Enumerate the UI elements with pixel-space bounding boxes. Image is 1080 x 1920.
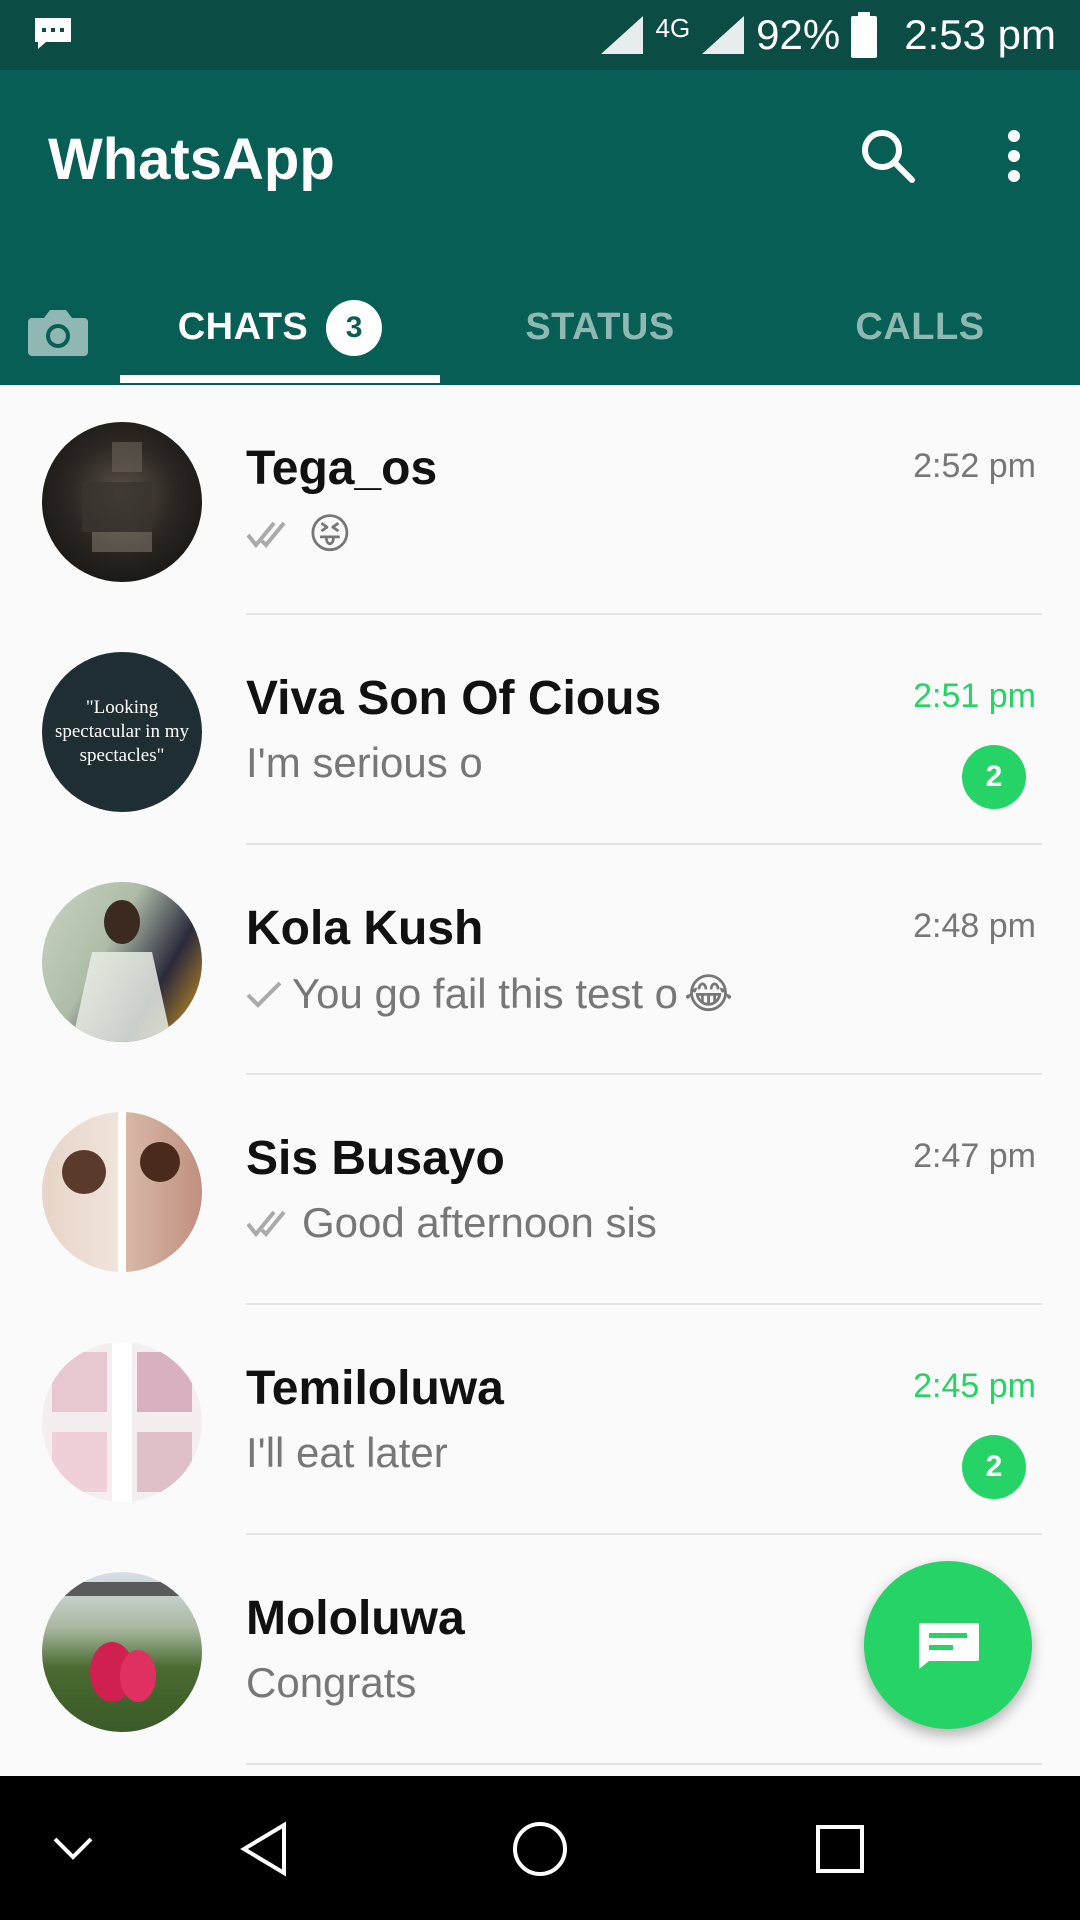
more-options-icon (1008, 130, 1020, 182)
chat-row[interactable]: "Looking spectacular in my spectacles" V… (0, 615, 1080, 845)
divider (246, 1763, 1042, 1765)
signal-icon (601, 16, 644, 54)
chat-preview: Congrats (246, 1659, 416, 1707)
chat-name: Mololuwa (246, 1592, 465, 1645)
battery-percent: 92% (756, 11, 841, 58)
more-options-button[interactable] (978, 120, 1050, 192)
unread-badge: 2 (962, 745, 1026, 809)
new-chat-icon (919, 1623, 979, 1669)
search-icon (862, 130, 915, 183)
chat-name: Temiloluwa (246, 1362, 504, 1415)
tab-chats-label: CHATS (177, 306, 309, 348)
chat-name: Viva Son Of Cious (246, 672, 662, 725)
camera-icon[interactable] (26, 306, 90, 360)
chat-preview-text: I'm serious o (246, 739, 483, 786)
chat-row[interactable]: Temiloluwa 2:45 pm I'll eat later 2 (0, 1305, 1080, 1535)
app-bar: WhatsApp CHATS 3 STATUS CALLS (0, 70, 1080, 385)
signal-icon (702, 16, 745, 54)
avatar[interactable] (42, 1112, 202, 1272)
double-check-icon (246, 521, 286, 548)
chat-preview-text: Good afternoon sis (302, 1199, 657, 1246)
app-title: WhatsApp (48, 127, 335, 192)
chat-preview: I'm serious o (246, 739, 483, 787)
network-type: 4G (655, 12, 691, 43)
chat-row[interactable]: Kola Kush 2:48 pm You go fail this test … (0, 845, 1080, 1075)
chat-time: 2:51 pm (913, 677, 1036, 715)
back-icon (240, 1821, 286, 1877)
avatar[interactable] (42, 882, 202, 1042)
recents-icon (816, 1825, 864, 1873)
chat-row[interactable]: Tega_os 2:52 pm 😝 (0, 385, 1080, 615)
avatar[interactable] (42, 1572, 202, 1732)
navigation-bar (0, 1776, 1080, 1920)
tab-calls-label: CALLS (855, 306, 985, 348)
avatar-caption: "Looking spectacular in my spectacles" (54, 697, 189, 766)
chat-preview: Good afternoon sis (246, 1199, 657, 1247)
clock: 2:53 pm (904, 11, 1056, 58)
hide-nav-button[interactable] (28, 1804, 118, 1894)
tab-calls[interactable]: CALLS (760, 270, 1080, 385)
chat-preview: You go fail this test o 😂 (246, 969, 733, 1018)
chat-name: Kola Kush (246, 902, 484, 955)
tab-status-label: STATUS (525, 306, 675, 348)
hide-nav-icon (53, 1837, 93, 1860)
tab-chats[interactable]: CHATS 3 (120, 270, 440, 385)
emoji: 😂 (684, 970, 734, 1017)
chat-time: 2:47 pm (913, 1137, 1036, 1175)
tab-indicator (120, 375, 440, 383)
chat-time: 2:45 pm (913, 1367, 1036, 1405)
search-button[interactable] (852, 120, 924, 192)
chat-name: Tega_os (246, 442, 438, 495)
avatar[interactable] (42, 422, 202, 582)
tab-bar: CHATS 3 STATUS CALLS (0, 270, 1080, 385)
chat-preview: 😝 (246, 509, 352, 558)
recents-button[interactable] (795, 1804, 885, 1894)
chat-name: Sis Busayo (246, 1132, 505, 1185)
chat-time: 2:52 pm (913, 447, 1036, 485)
message-notification-icon (35, 18, 71, 49)
double-check-icon (246, 1210, 286, 1238)
avatar[interactable]: "Looking spectacular in my spectacles" (42, 652, 202, 812)
home-icon (513, 1822, 567, 1876)
status-bar: 4G 92% 2:53 pm (0, 0, 1080, 70)
chat-preview-text: I'll eat later (246, 1429, 448, 1476)
chat-time: 2:48 pm (913, 907, 1036, 945)
chat-list: Tega_os 2:52 pm 😝 "Looking spectacular i… (0, 385, 1080, 1765)
tab-chats-badge: 3 (326, 299, 383, 356)
back-button[interactable] (220, 1804, 310, 1894)
unread-badge: 2 (962, 1435, 1026, 1499)
chat-preview-text: You go fail this test o (292, 969, 679, 1017)
new-chat-button[interactable] (864, 1561, 1032, 1729)
avatar[interactable] (42, 1342, 202, 1502)
single-check-icon (246, 981, 282, 1008)
home-button[interactable] (495, 1804, 585, 1894)
chat-row[interactable]: Sis Busayo 2:47 pm Good afternoon sis (0, 1075, 1080, 1305)
battery-icon (851, 12, 878, 58)
tab-status[interactable]: STATUS (440, 270, 760, 385)
chat-preview: I'll eat later (246, 1429, 448, 1477)
emoji: 😝 (308, 510, 352, 557)
chat-preview-text: Congrats (246, 1659, 417, 1706)
